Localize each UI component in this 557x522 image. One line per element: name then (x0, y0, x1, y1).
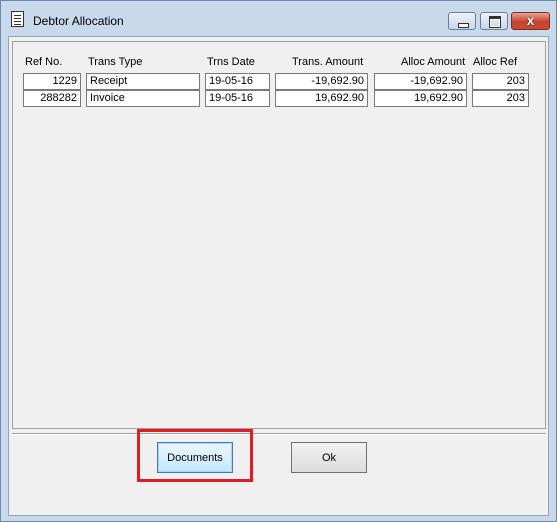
row1-alloc-ref[interactable]: 203 (472, 73, 529, 90)
header-trans-type: Trans Type (88, 56, 143, 68)
row1-trans-amount[interactable]: -19,692.90 (275, 73, 368, 90)
header-alloc-amount: Alloc Amount (401, 56, 466, 68)
title-bar[interactable]: Debtor Allocation x (1, 1, 556, 36)
debtor-allocation-window: Debtor Allocation x Ref No. Trans Type T… (0, 0, 557, 522)
close-button[interactable]: x (511, 12, 550, 30)
row1-trans-type[interactable]: Receipt (86, 73, 200, 90)
row1-trns-date[interactable]: 19-05-16 (205, 73, 270, 90)
client-area: Ref No. Trans Type Trns Date Trans. Amou… (8, 36, 549, 516)
ok-button[interactable]: Ok (291, 442, 367, 473)
header-alloc-ref: Alloc Ref (473, 56, 518, 68)
window-title: Debtor Allocation (33, 14, 124, 28)
header-trns-date: Trns Date (207, 56, 255, 68)
minimize-button[interactable] (448, 12, 476, 30)
row2-trans-type[interactable]: Invoice (86, 90, 200, 107)
divider (12, 433, 546, 435)
row1-ref-no[interactable]: 1229 (23, 73, 81, 90)
row1-alloc-amount[interactable]: -19,692.90 (374, 73, 467, 90)
allocation-panel: Ref No. Trans Type Trns Date Trans. Amou… (12, 41, 546, 429)
header-ref-no: Ref No. (25, 56, 63, 68)
row2-alloc-amount[interactable]: 19,692.90 (374, 90, 467, 107)
documents-button[interactable]: Documents (157, 442, 233, 473)
maximize-button[interactable] (480, 12, 508, 30)
row2-ref-no[interactable]: 288282 (23, 90, 81, 107)
close-icon: x (526, 12, 535, 28)
row2-alloc-ref[interactable]: 203 (472, 90, 529, 107)
row2-trns-date[interactable]: 19-05-16 (205, 90, 270, 107)
document-icon (11, 11, 24, 27)
header-trans-amount: Trans. Amount (292, 56, 364, 68)
row2-trans-amount[interactable]: 19,692.90 (275, 90, 368, 107)
